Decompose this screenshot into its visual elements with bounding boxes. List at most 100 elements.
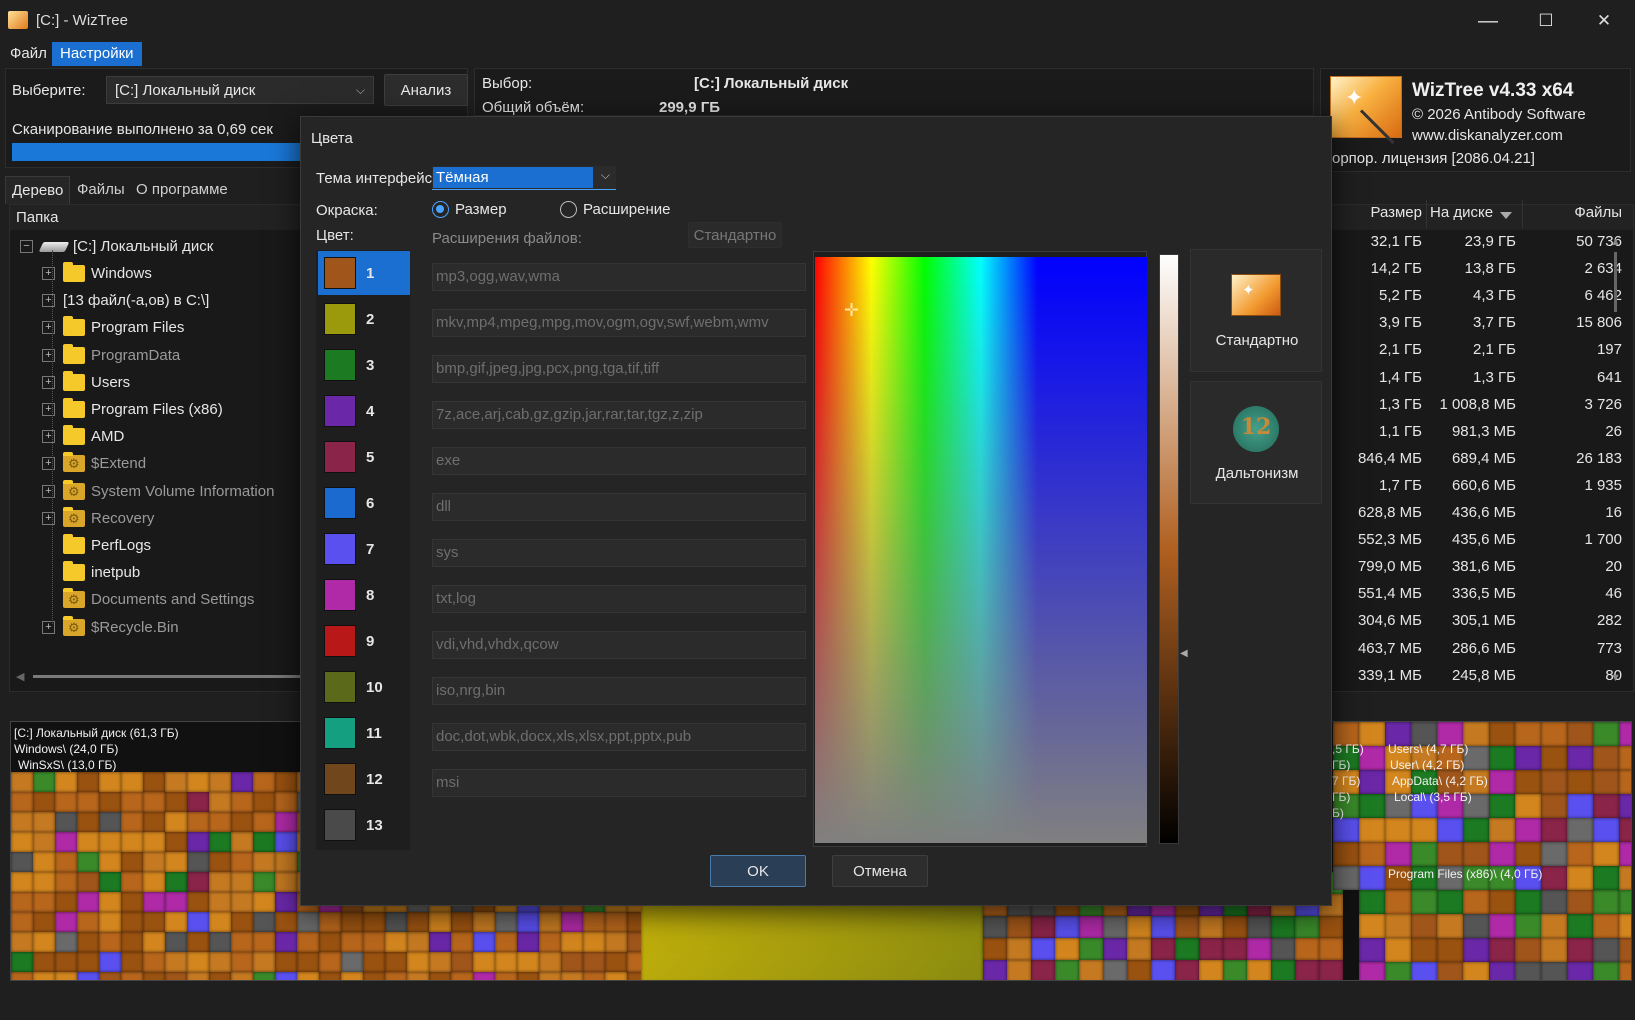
treemap-block[interactable] [297, 932, 319, 952]
treemap-block[interactable] [11, 892, 33, 912]
treemap-block[interactable] [209, 812, 231, 832]
treemap-block[interactable] [1489, 722, 1515, 746]
treemap-block[interactable] [231, 772, 253, 792]
treemap-block[interactable] [1593, 794, 1619, 818]
color-swatch-row[interactable]: 5 [318, 435, 410, 479]
color-swatch-row[interactable]: 3 [318, 343, 410, 387]
treemap-block[interactable] [187, 812, 209, 832]
treemap-block[interactable] [231, 812, 253, 832]
treemap-block[interactable] [1199, 916, 1223, 938]
treemap-block[interactable] [11, 972, 33, 980]
extensions-field[interactable]: bmp,gif,jpeg,jpg,pcx,png,tga,tif,tiff [432, 355, 806, 383]
treemap-block[interactable] [983, 938, 1007, 960]
color-swatch[interactable] [324, 717, 356, 749]
treemap-block[interactable] [1567, 818, 1593, 842]
tab-about[interactable]: О программе [136, 181, 228, 198]
treemap-block[interactable] [1567, 794, 1593, 818]
treemap-block[interactable] [473, 912, 495, 932]
treemap-block[interactable] [1007, 960, 1031, 980]
treemap-block[interactable] [33, 792, 55, 812]
treemap-block[interactable] [187, 952, 209, 972]
tree-item[interactable]: +Documents and Settings [42, 586, 254, 613]
treemap-block[interactable] [517, 972, 539, 980]
expand-icon[interactable]: + [42, 375, 55, 389]
treemap-block[interactable] [561, 932, 583, 952]
treemap-block[interactable] [231, 852, 253, 872]
treemap-block[interactable] [1515, 914, 1541, 938]
treemap-block[interactable] [319, 972, 341, 980]
treemap-block[interactable] [55, 932, 77, 952]
treemap-block[interactable] [121, 852, 143, 872]
treemap-block[interactable] [1463, 914, 1489, 938]
tree-item[interactable]: +inetpub [42, 559, 140, 586]
column-size[interactable]: Размер [1330, 204, 1422, 228]
treemap-block[interactable] [209, 872, 231, 892]
treemap-block[interactable] [319, 932, 341, 952]
treemap-block[interactable] [1359, 890, 1385, 914]
treemap-block[interactable] [1463, 890, 1489, 914]
treemap-block[interactable] [11, 812, 33, 832]
treemap-block[interactable] [55, 832, 77, 852]
treemap-block[interactable] [1295, 960, 1319, 980]
tree-item[interactable]: + $Extend [42, 450, 146, 477]
treemap-block[interactable] [143, 912, 165, 932]
treemap-block[interactable] [297, 912, 319, 932]
tab-tree[interactable]: Дерево [5, 176, 70, 204]
treemap-block[interactable] [77, 872, 99, 892]
treemap-block[interactable] [77, 772, 99, 792]
treemap-block[interactable] [1593, 770, 1619, 794]
treemap-block[interactable] [33, 812, 55, 832]
treemap-block[interactable] [11, 852, 33, 872]
treemap-block[interactable] [583, 972, 605, 980]
treemap-block[interactable] [297, 972, 319, 980]
treemap-block[interactable] [209, 852, 231, 872]
treemap-block[interactable] [517, 932, 539, 952]
menu-file[interactable]: Файл [2, 42, 55, 66]
treemap-block[interactable] [385, 972, 407, 980]
treemap-block[interactable] [187, 932, 209, 952]
treemap-block[interactable] [1031, 916, 1055, 938]
treemap-block[interactable] [275, 832, 297, 852]
treemap-block[interactable] [1593, 938, 1619, 962]
treemap-block[interactable] [319, 952, 341, 972]
treemap-block[interactable] [55, 972, 77, 980]
treemap-block[interactable] [275, 892, 297, 912]
expand-icon[interactable]: + [42, 348, 55, 362]
treemap-block[interactable] [407, 952, 429, 972]
treemap-block[interactable] [165, 832, 187, 852]
treemap-block[interactable] [231, 912, 253, 932]
tree-item[interactable]: + Program Files [42, 314, 184, 341]
treemap-block[interactable] [385, 932, 407, 952]
treemap-block[interactable] [1151, 960, 1175, 980]
tree-item[interactable]: + Windows [42, 260, 152, 287]
treemap-block[interactable] [99, 892, 121, 912]
treemap-block[interactable] [209, 932, 231, 952]
treemap-block[interactable] [1541, 890, 1567, 914]
treemap-block[interactable] [1333, 866, 1359, 890]
treemap-block[interactable] [1031, 960, 1055, 980]
treemap-block[interactable] [231, 972, 253, 980]
treemap-block[interactable] [209, 952, 231, 972]
treemap-block[interactable] [55, 892, 77, 912]
treemap-block[interactable] [297, 952, 319, 972]
treemap-block[interactable] [605, 972, 627, 980]
treemap-block[interactable] [605, 932, 627, 952]
treemap-block[interactable] [1567, 722, 1593, 746]
treemap-block[interactable] [11, 772, 33, 792]
treemap-block[interactable] [1411, 938, 1437, 962]
treemap-block[interactable] [1333, 842, 1359, 866]
treemap-block[interactable] [1411, 890, 1437, 914]
color-swatch-row[interactable]: 13 [318, 803, 410, 847]
treemap-block[interactable] [473, 972, 495, 980]
treemap-block[interactable] [451, 972, 473, 980]
treemap-block[interactable] [77, 912, 99, 932]
treemap-block[interactable] [165, 932, 187, 952]
treemap-block[interactable] [187, 852, 209, 872]
treemap-block[interactable] [1489, 914, 1515, 938]
treemap-block[interactable] [253, 892, 275, 912]
treemap-block[interactable] [1619, 770, 1631, 794]
treemap-block[interactable] [231, 892, 253, 912]
treemap-block[interactable] [121, 772, 143, 792]
treemap-block[interactable] [363, 932, 385, 952]
color-swatch-row[interactable]: 12 [318, 757, 410, 801]
